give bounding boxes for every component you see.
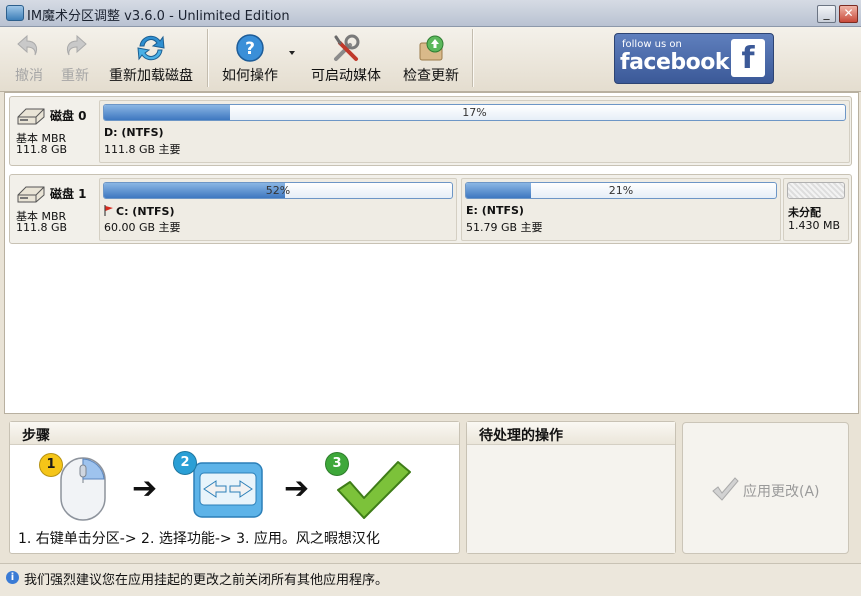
tools-icon xyxy=(334,34,360,61)
partition-function-icon xyxy=(193,462,263,518)
title-bar: IM魔术分区调整 v3.6.0 - Unlimited Edition _ ✕ xyxy=(0,0,861,27)
how-to-label: 如何操作 xyxy=(222,68,278,84)
app-icon xyxy=(6,5,24,21)
disk-size: 111.8 GB xyxy=(16,221,68,234)
redo-button[interactable]: 重新 xyxy=(54,27,96,89)
how-to-button[interactable]: ? 如何操作 xyxy=(215,27,285,89)
facebook-logo-text: facebook xyxy=(620,50,730,75)
disk-info[interactable]: 磁盘 1 基本 MBR 111.8 GB xyxy=(10,175,96,243)
bootable-media-button[interactable]: 可启动媒体 xyxy=(305,27,387,89)
bootable-media-label: 可启动媒体 xyxy=(311,68,381,84)
minimize-button[interactable]: _ xyxy=(817,5,836,23)
partition-unallocated[interactable]: 未分配 1.430 MB xyxy=(783,178,849,241)
system-flag-icon xyxy=(104,205,113,216)
partition-size: 111.8 GB 主要 xyxy=(104,143,181,156)
close-button[interactable]: ✕ xyxy=(839,5,858,23)
steps-instructions: 1. 右键单击分区-> 2. 选择功能-> 3. 应用。风之暇想汉化 xyxy=(18,531,380,547)
partition-label: E: (NTFS) xyxy=(466,204,524,217)
toolbar: 撤消 重新 重新加载磁盘 ? 如何操作 可启动媒体 检查更新 follow us… xyxy=(0,27,861,92)
pending-operations-list[interactable] xyxy=(467,445,675,553)
partition-label: C: (NTFS) xyxy=(116,205,175,218)
status-bar: i 我们强烈建议您在应用挂起的更改之前关闭所有其他应用程序。 xyxy=(0,563,861,596)
partition-size: 60.00 GB 主要 xyxy=(104,221,181,234)
panel-header: 步骤 xyxy=(10,422,459,445)
disk-row-0[interactable]: 磁盘 0 基本 MBR 111.8 GB 17% D: (NTFS) 111.8… xyxy=(9,96,852,166)
partition-d[interactable]: 17% D: (NTFS) 111.8 GB 主要 xyxy=(99,100,850,163)
usage-percent: 17% xyxy=(462,106,487,119)
disk-size: 111.8 GB xyxy=(16,143,68,156)
info-icon: i xyxy=(6,571,19,584)
disk-name: 磁盘 1 xyxy=(50,187,87,201)
undo-icon xyxy=(17,34,38,56)
reload-label: 重新加载磁盘 xyxy=(109,68,193,84)
arrow-icon: ➔ xyxy=(284,471,310,506)
step-3-badge: 3 xyxy=(325,452,349,476)
help-icon: ? xyxy=(236,34,264,62)
undo-label: 撤消 xyxy=(15,68,43,84)
unallocated-bar xyxy=(787,182,845,199)
usage-bar: 52% xyxy=(103,182,453,199)
partition-label: 未分配 xyxy=(788,206,821,219)
usage-percent: 21% xyxy=(608,184,634,197)
toolbar-separator xyxy=(472,29,474,87)
facebook-follow-button[interactable]: follow us on facebook f xyxy=(614,33,774,84)
partition-size: 51.79 GB 主要 xyxy=(466,221,543,234)
toolbar-separator xyxy=(207,29,209,87)
arrow-icon: ➔ xyxy=(132,471,158,506)
check-update-label: 检查更新 xyxy=(403,68,459,84)
svg-text:?: ? xyxy=(245,39,255,59)
reload-icon xyxy=(137,35,165,61)
disk-row-1[interactable]: 磁盘 1 基本 MBR 111.8 GB 52% C: (NTFS) 60.00… xyxy=(9,174,852,244)
usage-percent: 52% xyxy=(265,184,291,197)
facebook-icon: f xyxy=(731,39,765,77)
window-title: IM魔术分区调整 v3.6.0 - Unlimited Edition xyxy=(27,9,290,24)
usage-bar: 21% xyxy=(465,182,777,199)
undo-button[interactable]: 撤消 xyxy=(8,27,50,89)
facebook-follow-text: follow us on xyxy=(622,39,682,50)
partition-label: D: (NTFS) xyxy=(104,126,164,139)
redo-icon xyxy=(66,34,87,56)
panel-header: 待处理的操作 xyxy=(467,422,675,445)
partition-size: 1.430 MB xyxy=(788,219,841,232)
update-icon xyxy=(419,35,444,61)
step-2-badge: 2 xyxy=(173,451,197,475)
mouse-icon xyxy=(60,457,106,521)
status-message: 我们强烈建议您在应用挂起的更改之前关闭所有其他应用程序。 xyxy=(24,573,389,588)
redo-label: 重新 xyxy=(61,68,89,84)
disk-name: 磁盘 0 xyxy=(50,109,87,123)
partition-e[interactable]: 21% E: (NTFS) 51.79 GB 主要 xyxy=(461,178,781,241)
hard-disk-icon xyxy=(17,108,45,125)
apply-changes-label: 应用更改(A) xyxy=(743,484,820,500)
partition-label-wrap: C: (NTFS) xyxy=(104,204,175,218)
reload-disks-button[interactable]: 重新加载磁盘 xyxy=(102,27,200,89)
dropdown-arrow-icon[interactable] xyxy=(289,51,295,55)
apply-check-icon xyxy=(712,477,739,501)
pending-operations-panel: 待处理的操作 xyxy=(466,421,676,554)
pending-operations-title: 待处理的操作 xyxy=(479,428,563,444)
usage-bar: 17% xyxy=(103,104,846,121)
step-1-badge: 1 xyxy=(39,453,63,477)
steps-title: 步骤 xyxy=(22,428,50,444)
hard-disk-icon xyxy=(17,186,45,203)
apply-changes-button[interactable]: 应用更改(A) xyxy=(682,422,849,554)
partition-c[interactable]: 52% C: (NTFS) 60.00 GB 主要 xyxy=(99,178,457,241)
disk-info[interactable]: 磁盘 0 基本 MBR 111.8 GB xyxy=(10,97,96,165)
disk-map-area: 磁盘 0 基本 MBR 111.8 GB 17% D: (NTFS) 111.8… xyxy=(4,92,859,414)
steps-panel: 步骤 1 ➔ 2 ➔ 3 1. 右键单击分区-> 2. 选择功能-> 3. 应用… xyxy=(9,421,460,554)
check-update-button[interactable]: 检查更新 xyxy=(395,27,467,89)
